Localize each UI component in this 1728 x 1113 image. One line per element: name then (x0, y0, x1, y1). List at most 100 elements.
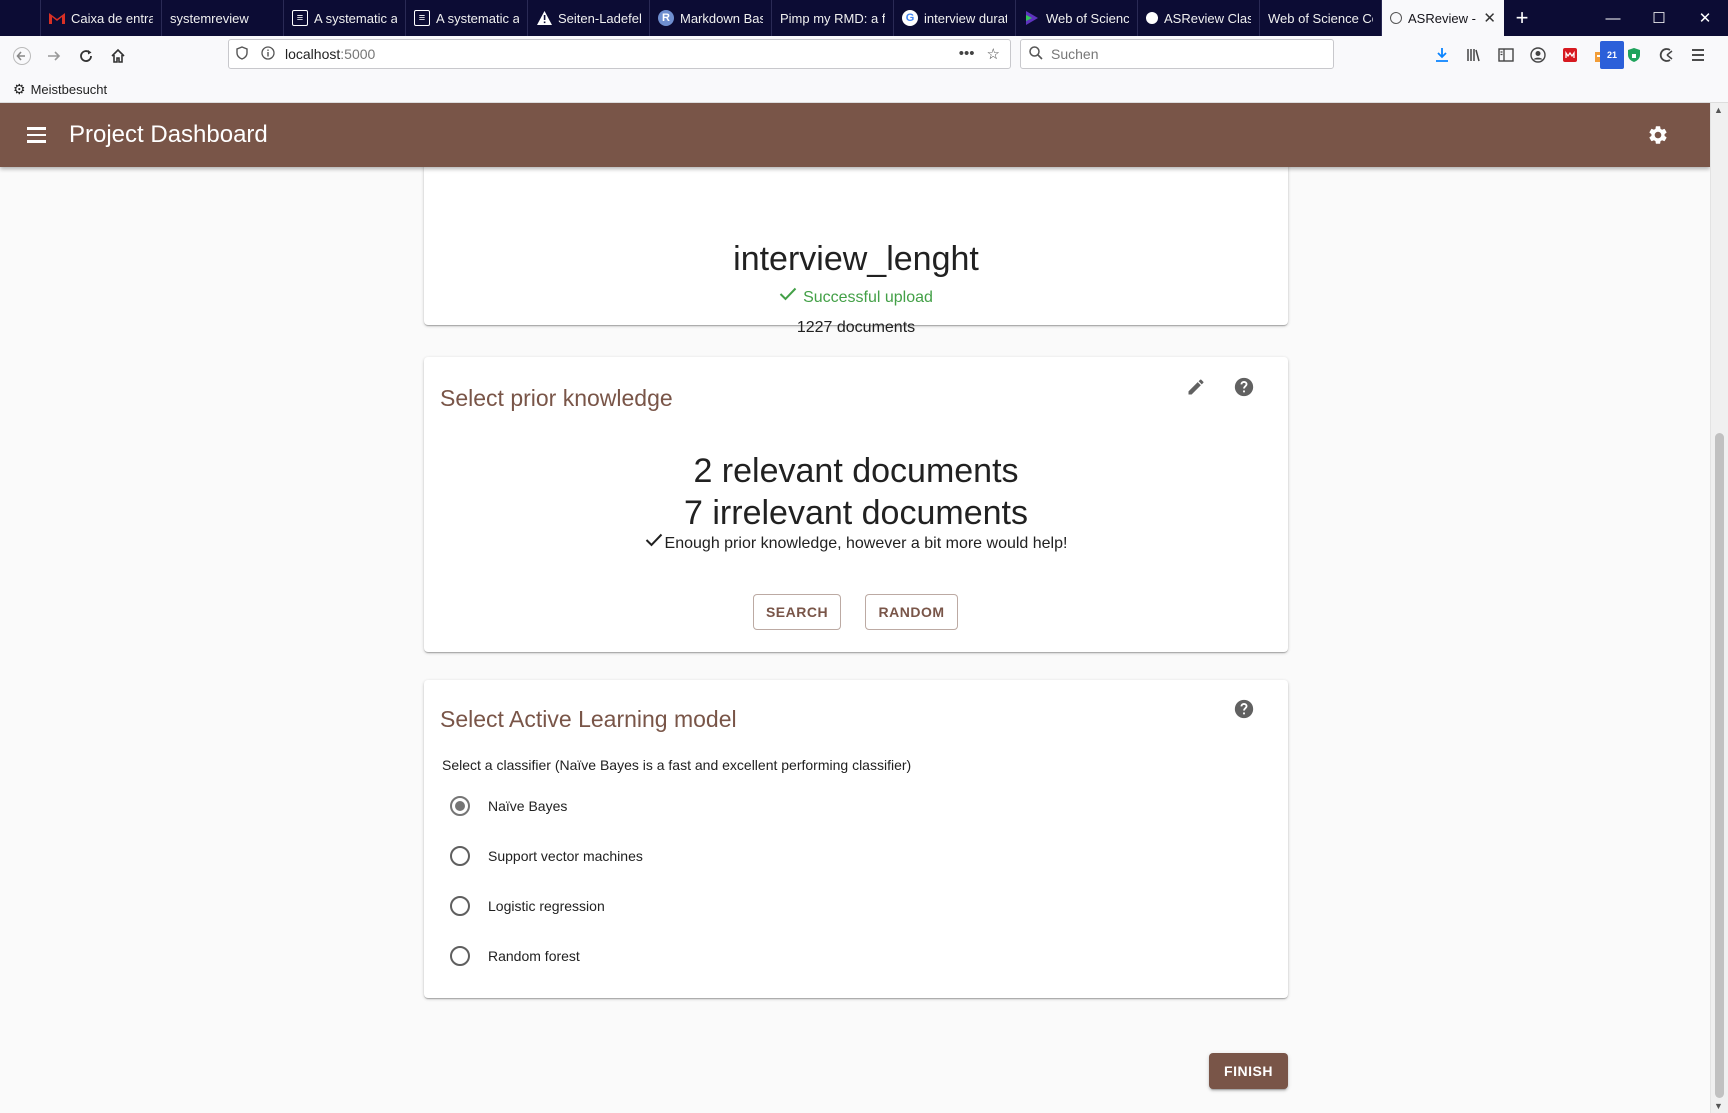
minimize-icon[interactable]: — (1590, 0, 1636, 36)
check-icon (645, 533, 662, 547)
gmail-icon (49, 10, 65, 26)
reload-icon[interactable] (70, 40, 102, 72)
tab-title: Web of Science (1046, 10, 1129, 26)
asreview-icon (1390, 12, 1402, 24)
tab-title: Markdown Bas (680, 10, 763, 26)
back-icon[interactable] (6, 40, 38, 72)
search-button[interactable]: SEARCH (753, 594, 841, 630)
help-icon[interactable] (1228, 693, 1260, 725)
browser-tab[interactable]: ASReview Class (1138, 0, 1260, 36)
document-icon: ≡ (292, 10, 308, 26)
app-bar: Project Dashboard (0, 103, 1710, 167)
forward-icon[interactable] (38, 40, 70, 72)
library-icon[interactable] (1462, 41, 1486, 69)
url-text: localhost:5000 (285, 46, 376, 62)
window-controls: — ☐ ✕ (1590, 0, 1728, 36)
irrelevant-count: 7 irrelevant documents (684, 494, 1028, 532)
search-input[interactable]: Suchen (1020, 39, 1334, 69)
settings-gear-icon[interactable] (1642, 119, 1674, 151)
radio-button[interactable] (450, 946, 470, 966)
document-count: 1227 documents (796, 319, 916, 336)
page-actions-icon[interactable]: ••• (959, 45, 975, 63)
card-title: Select Active Learning model (440, 706, 737, 732)
browser-tab[interactable]: Caixa de entrad (40, 0, 162, 36)
classifier-hint: Select a classifier (Naïve Bayes is a fa… (442, 757, 912, 773)
close-icon[interactable]: ✕ (1483, 9, 1496, 27)
menu-icon[interactable] (1686, 41, 1710, 69)
radio-button[interactable] (450, 846, 470, 866)
project-info-card: interview_lenght Successful upload 1227 … (424, 143, 1288, 336)
browser-tab[interactable]: Web of Science (1016, 0, 1138, 36)
zotero-icon[interactable] (1654, 41, 1678, 69)
card-title: Select prior knowledge (440, 385, 673, 411)
addon-badge-icon[interactable]: 21 (1590, 41, 1624, 69)
bookmark-star-icon[interactable]: ☆ (987, 45, 1000, 63)
warning-icon (536, 10, 552, 26)
radio-button-checked[interactable] (450, 796, 470, 816)
browser-tab[interactable]: systemreview (162, 0, 284, 36)
upload-status: Successful upload (424, 287, 1288, 307)
bookmark-item[interactable]: Meistbesucht (31, 82, 108, 97)
browser-tab[interactable]: G interview durat (894, 0, 1016, 36)
addon-badge-count: 21 (1600, 41, 1624, 69)
browser-tab[interactable]: ≡ A systematic ap (284, 0, 406, 36)
random-button[interactable]: RANDOM (865, 594, 958, 630)
page-title: Project Dashboard (69, 121, 268, 148)
radio-button[interactable] (450, 896, 470, 916)
tab-title: A systematic ap (314, 10, 397, 26)
upload-status-text: Successful upload (803, 289, 933, 306)
account-icon[interactable] (1526, 41, 1550, 69)
tab-title: ASReview - (1408, 10, 1476, 26)
maximize-icon[interactable]: ☐ (1636, 0, 1682, 36)
active-learning-card: Select Active Learning model Select a cl… (424, 680, 1288, 998)
tab-title: Pimp my RMD: a fe (780, 10, 885, 26)
shield-icon[interactable] (229, 45, 255, 63)
scroll-up-arrow-icon[interactable]: ▲ (1714, 105, 1723, 115)
home-icon[interactable] (102, 40, 134, 72)
scrollbar-thumb[interactable] (1715, 433, 1724, 1098)
hamburger-menu-icon[interactable] (22, 119, 54, 151)
radio-label: Support vector machines (488, 848, 643, 864)
document-icon: ≡ (414, 10, 430, 26)
edit-pencil-icon[interactable] (1180, 371, 1212, 403)
extension-icon[interactable] (1558, 41, 1582, 69)
scroll-down-arrow-icon[interactable]: ▼ (1714, 1101, 1723, 1111)
browser-tab[interactable]: R Markdown Bas (650, 0, 772, 36)
browser-tab[interactable]: Web of Science Co (1260, 0, 1382, 36)
sidebar-icon[interactable] (1494, 41, 1518, 69)
clarivate-icon (1024, 10, 1040, 26)
browser-tab[interactable]: ≡ A systematic ap (406, 0, 528, 36)
close-window-icon[interactable]: ✕ (1682, 0, 1728, 36)
tab-title: A systematic ap (436, 10, 519, 26)
info-icon[interactable] (255, 45, 281, 63)
browser-tab-bar: Caixa de entrad systemreview ≡ A systema… (0, 0, 1728, 36)
tab-title: ASReview Class (1164, 10, 1251, 26)
prior-note: Enough prior knowledge, however a bit mo… (424, 533, 1288, 553)
radio-naive-bayes[interactable]: Naïve Bayes (450, 794, 567, 818)
privacy-shield-icon[interactable] (1622, 41, 1646, 69)
search-icon (1029, 45, 1043, 63)
browser-toolbar-icons: 21 (1430, 41, 1710, 69)
help-icon[interactable] (1228, 371, 1260, 403)
tab-title: Web of Science Co (1268, 10, 1373, 26)
radio-random-forest[interactable]: Random forest (450, 944, 580, 968)
finish-button[interactable]: FINISH (1209, 1053, 1288, 1089)
browser-tab[interactable]: Seiten-Ladefeh (528, 0, 650, 36)
download-icon[interactable] (1430, 41, 1454, 69)
browser-nav-bar: localhost:5000 ••• ☆ Suchen 21 (0, 36, 1728, 76)
url-bar[interactable]: localhost:5000 ••• ☆ (228, 39, 1011, 69)
project-name: interview_lenght (733, 240, 979, 278)
radio-svm[interactable]: Support vector machines (450, 844, 643, 868)
search-placeholder: Suchen (1051, 46, 1099, 62)
asreview-icon (1146, 12, 1158, 24)
google-icon: G (902, 10, 918, 26)
check-icon (779, 287, 797, 301)
tab-title: interview durat (924, 10, 1007, 26)
new-tab-button[interactable]: + (1504, 0, 1540, 36)
app-viewport: Project Dashboard interview_lenght Succe… (0, 103, 1710, 1113)
browser-tab-active[interactable]: ASReview - ✕ (1382, 0, 1504, 36)
radio-label: Random forest (488, 948, 580, 964)
page-scrollbar[interactable]: ▲ ▼ (1710, 103, 1728, 1113)
radio-logistic-regression[interactable]: Logistic regression (450, 894, 605, 918)
browser-tab[interactable]: Pimp my RMD: a fe (772, 0, 894, 36)
